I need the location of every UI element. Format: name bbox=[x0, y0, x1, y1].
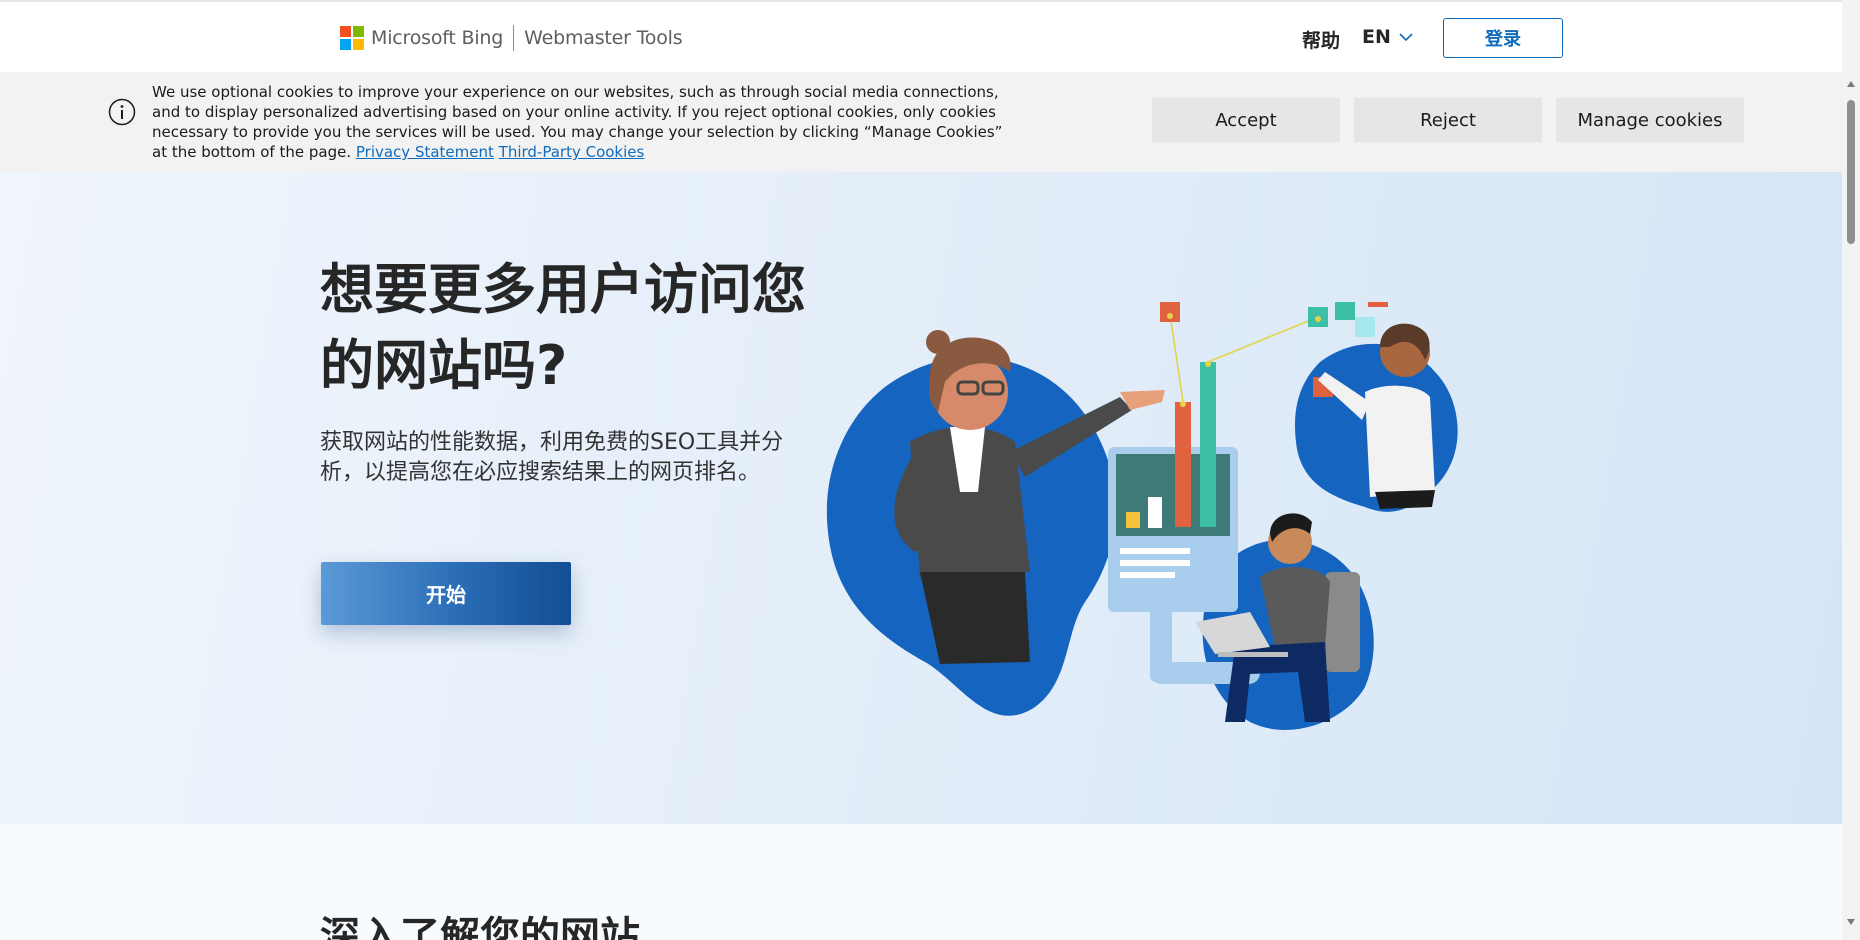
page-scrollbar[interactable] bbox=[1842, 0, 1860, 940]
privacy-statement-link[interactable]: Privacy Statement bbox=[356, 143, 494, 161]
product-name: Webmaster Tools bbox=[524, 27, 683, 49]
right-woman-body bbox=[1365, 385, 1435, 497]
third-party-cookies-link[interactable]: Third-Party Cookies bbox=[499, 143, 645, 161]
hero-title: 想要更多用户访问您的网站吗? bbox=[320, 258, 806, 397]
chevron-down-icon bbox=[1399, 32, 1413, 41]
float-square bbox=[1335, 302, 1355, 320]
language-label: EN bbox=[1362, 26, 1391, 48]
insights-section: 深入了解您的网站 bbox=[0, 824, 1842, 940]
language-selector[interactable]: EN bbox=[1362, 26, 1413, 48]
hero-illustration bbox=[826, 302, 1458, 730]
hero-section: 想要更多用户访问您的网站吗? 获取网站的性能数据，利用免费的SEO工具并分析，以… bbox=[0, 172, 1842, 824]
login-button[interactable]: 登录 bbox=[1443, 18, 1563, 58]
brand-logo-link[interactable]: Microsoft Bing Webmaster Tools bbox=[340, 24, 683, 52]
monitor-bar-1 bbox=[1126, 512, 1140, 528]
hero-description: 获取网站的性能数据，利用免费的SEO工具并分析，以提高您在必应搜索结果上的网页排… bbox=[320, 430, 784, 485]
scroll-up-icon[interactable] bbox=[1846, 80, 1856, 88]
brand-name: Microsoft Bing bbox=[371, 27, 504, 49]
top-header: Microsoft Bing Webmaster Tools 帮助 EN 登录 bbox=[0, 0, 1842, 72]
section-title: 深入了解您的网站 bbox=[320, 914, 640, 940]
page: Microsoft Bing Webmaster Tools 帮助 EN 登录 … bbox=[0, 0, 1860, 940]
info-icon bbox=[108, 98, 136, 126]
monitor-text-line bbox=[1120, 548, 1190, 554]
float-square bbox=[1368, 302, 1388, 307]
manage-cookies-button[interactable]: Manage cookies bbox=[1556, 98, 1744, 142]
reject-cookies-button[interactable]: Reject bbox=[1354, 98, 1542, 142]
cookie-banner: We use optional cookies to improve your … bbox=[0, 72, 1842, 172]
float-square bbox=[1355, 317, 1375, 337]
brand-separator bbox=[513, 25, 515, 51]
monitor-text-line bbox=[1120, 572, 1175, 578]
monitor-text-line bbox=[1120, 560, 1190, 566]
scroll-down-icon[interactable] bbox=[1846, 918, 1856, 926]
cookie-message: We use optional cookies to improve your … bbox=[152, 82, 1022, 162]
microsoft-logo-icon bbox=[340, 26, 364, 50]
help-link[interactable]: 帮助 bbox=[1302, 26, 1340, 53]
chart-bar-orange bbox=[1175, 402, 1191, 527]
get-started-button[interactable]: 开始 bbox=[321, 562, 571, 625]
monitor-bar-2 bbox=[1148, 497, 1162, 528]
chair-back bbox=[1325, 572, 1360, 672]
chart-bar-teal bbox=[1200, 362, 1216, 527]
accept-cookies-button[interactable]: Accept bbox=[1152, 98, 1340, 142]
scrollbar-thumb[interactable] bbox=[1847, 100, 1855, 244]
